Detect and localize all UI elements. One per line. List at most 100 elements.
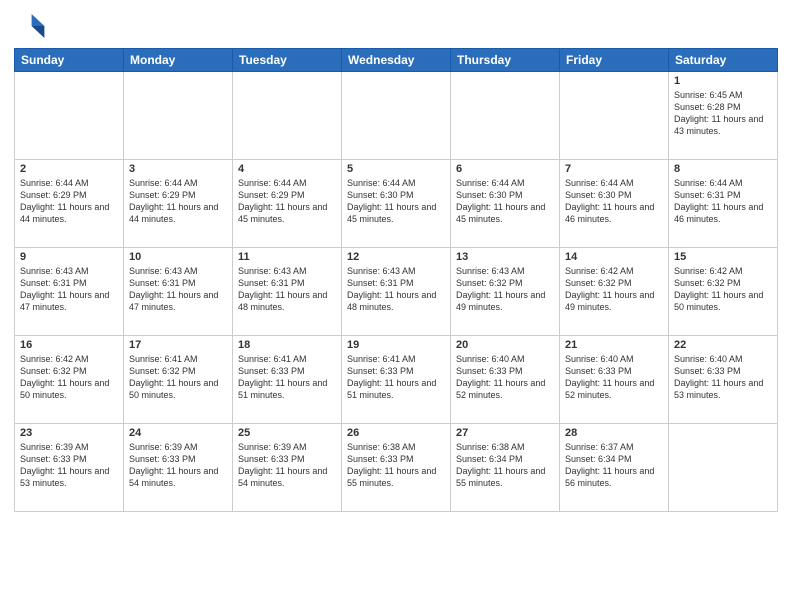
- calendar-cell: 16 Sunrise: 6:42 AM Sunset: 6:32 PM Dayli…: [15, 336, 124, 424]
- calendar-cell: 26 Sunrise: 6:38 AM Sunset: 6:33 PM Dayli…: [342, 424, 451, 512]
- day-info: Sunrise: 6:43 AM Sunset: 6:31 PM Dayligh…: [238, 265, 336, 314]
- calendar-cell: [451, 72, 560, 160]
- week-row-4: 16 Sunrise: 6:42 AM Sunset: 6:32 PM Dayli…: [15, 336, 778, 424]
- weekday-saturday: Saturday: [669, 49, 778, 72]
- day-number: 3: [129, 163, 227, 175]
- day-info: Sunrise: 6:41 AM Sunset: 6:33 PM Dayligh…: [347, 353, 445, 402]
- day-number: 16: [20, 339, 118, 351]
- day-info: Sunrise: 6:40 AM Sunset: 6:33 PM Dayligh…: [674, 353, 772, 402]
- calendar-cell: 22 Sunrise: 6:40 AM Sunset: 6:33 PM Dayli…: [669, 336, 778, 424]
- day-info: Sunrise: 6:44 AM Sunset: 6:30 PM Dayligh…: [456, 177, 554, 226]
- logo-icon: [14, 10, 46, 42]
- day-number: 21: [565, 339, 663, 351]
- calendar-cell: 13 Sunrise: 6:43 AM Sunset: 6:32 PM Dayli…: [451, 248, 560, 336]
- day-info: Sunrise: 6:39 AM Sunset: 6:33 PM Dayligh…: [129, 441, 227, 490]
- day-info: Sunrise: 6:45 AM Sunset: 6:28 PM Dayligh…: [674, 89, 772, 138]
- week-row-1: 1 Sunrise: 6:45 AM Sunset: 6:28 PM Daylig…: [15, 72, 778, 160]
- day-number: 22: [674, 339, 772, 351]
- day-info: Sunrise: 6:40 AM Sunset: 6:33 PM Dayligh…: [456, 353, 554, 402]
- logo: [14, 10, 52, 42]
- day-number: 18: [238, 339, 336, 351]
- day-number: 11: [238, 251, 336, 263]
- day-number: 7: [565, 163, 663, 175]
- day-number: 8: [674, 163, 772, 175]
- day-info: Sunrise: 6:42 AM Sunset: 6:32 PM Dayligh…: [20, 353, 118, 402]
- calendar-cell: 28 Sunrise: 6:37 AM Sunset: 6:34 PM Dayli…: [560, 424, 669, 512]
- day-info: Sunrise: 6:42 AM Sunset: 6:32 PM Dayligh…: [674, 265, 772, 314]
- day-number: 20: [456, 339, 554, 351]
- calendar-cell: [342, 72, 451, 160]
- day-number: 1: [674, 75, 772, 87]
- calendar-cell: 5Sunrise: 6:44 AM Sunset: 6:30 PM Daylig…: [342, 160, 451, 248]
- weekday-monday: Monday: [124, 49, 233, 72]
- weekday-thursday: Thursday: [451, 49, 560, 72]
- calendar-cell: 11 Sunrise: 6:43 AM Sunset: 6:31 PM Dayli…: [233, 248, 342, 336]
- day-info: Sunrise: 6:44 AM Sunset: 6:29 PM Dayligh…: [129, 177, 227, 226]
- calendar-cell: 9Sunrise: 6:43 AM Sunset: 6:31 PM Daylig…: [15, 248, 124, 336]
- day-info: Sunrise: 6:38 AM Sunset: 6:33 PM Dayligh…: [347, 441, 445, 490]
- calendar-cell: 24 Sunrise: 6:39 AM Sunset: 6:33 PM Dayli…: [124, 424, 233, 512]
- day-info: Sunrise: 6:44 AM Sunset: 6:29 PM Dayligh…: [238, 177, 336, 226]
- calendar-cell: 6 Sunrise: 6:44 AM Sunset: 6:30 PM Daylig…: [451, 160, 560, 248]
- calendar-cell: 15 Sunrise: 6:42 AM Sunset: 6:32 PM Dayli…: [669, 248, 778, 336]
- header: [14, 10, 778, 42]
- day-info: Sunrise: 6:44 AM Sunset: 6:31 PM Dayligh…: [674, 177, 772, 226]
- day-info: Sunrise: 6:41 AM Sunset: 6:33 PM Dayligh…: [238, 353, 336, 402]
- day-number: 17: [129, 339, 227, 351]
- calendar-cell: 1 Sunrise: 6:45 AM Sunset: 6:28 PM Daylig…: [669, 72, 778, 160]
- day-number: 6: [456, 163, 554, 175]
- day-number: 28: [565, 427, 663, 439]
- calendar-cell: 25Sunrise: 6:39 AM Sunset: 6:33 PM Dayli…: [233, 424, 342, 512]
- day-number: 15: [674, 251, 772, 263]
- day-number: 23: [20, 427, 118, 439]
- day-number: 10: [129, 251, 227, 263]
- day-info: Sunrise: 6:43 AM Sunset: 6:32 PM Dayligh…: [456, 265, 554, 314]
- weekday-wednesday: Wednesday: [342, 49, 451, 72]
- calendar-cell: 2 Sunrise: 6:44 AM Sunset: 6:29 PM Daylig…: [15, 160, 124, 248]
- day-info: Sunrise: 6:43 AM Sunset: 6:31 PM Dayligh…: [347, 265, 445, 314]
- calendar-cell: [233, 72, 342, 160]
- weekday-tuesday: Tuesday: [233, 49, 342, 72]
- day-number: 13: [456, 251, 554, 263]
- day-info: Sunrise: 6:44 AM Sunset: 6:29 PM Dayligh…: [20, 177, 118, 226]
- week-row-5: 23 Sunrise: 6:39 AM Sunset: 6:33 PM Dayli…: [15, 424, 778, 512]
- calendar-cell: [560, 72, 669, 160]
- day-info: Sunrise: 6:38 AM Sunset: 6:34 PM Dayligh…: [456, 441, 554, 490]
- calendar-cell: 19 Sunrise: 6:41 AM Sunset: 6:33 PM Dayli…: [342, 336, 451, 424]
- calendar-cell: [669, 424, 778, 512]
- day-number: 12: [347, 251, 445, 263]
- calendar-cell: 27Sunrise: 6:38 AM Sunset: 6:34 PM Dayli…: [451, 424, 560, 512]
- calendar-table: SundayMondayTuesdayWednesdayThursdayFrid…: [14, 48, 778, 512]
- day-number: 24: [129, 427, 227, 439]
- calendar-cell: 4 Sunrise: 6:44 AM Sunset: 6:29 PM Daylig…: [233, 160, 342, 248]
- calendar-cell: 17 Sunrise: 6:41 AM Sunset: 6:32 PM Dayli…: [124, 336, 233, 424]
- day-info: Sunrise: 6:39 AM Sunset: 6:33 PM Dayligh…: [20, 441, 118, 490]
- day-number: 2: [20, 163, 118, 175]
- calendar-cell: 21 Sunrise: 6:40 AM Sunset: 6:33 PM Dayli…: [560, 336, 669, 424]
- day-number: 4: [238, 163, 336, 175]
- calendar-cell: [15, 72, 124, 160]
- calendar-cell: 12 Sunrise: 6:43 AM Sunset: 6:31 PM Dayli…: [342, 248, 451, 336]
- calendar-cell: 8 Sunrise: 6:44 AM Sunset: 6:31 PM Daylig…: [669, 160, 778, 248]
- calendar-cell: [124, 72, 233, 160]
- day-number: 5: [347, 163, 445, 175]
- day-info: Sunrise: 6:44 AM Sunset: 6:30 PM Dayligh…: [565, 177, 663, 226]
- weekday-header-row: SundayMondayTuesdayWednesdayThursdayFrid…: [15, 49, 778, 72]
- day-info: Sunrise: 6:37 AM Sunset: 6:34 PM Dayligh…: [565, 441, 663, 490]
- week-row-2: 2 Sunrise: 6:44 AM Sunset: 6:29 PM Daylig…: [15, 160, 778, 248]
- week-row-3: 9 Sunrise: 6:43 AM Sunset: 6:31 PM Daylig…: [15, 248, 778, 336]
- day-number: 14: [565, 251, 663, 263]
- weekday-friday: Friday: [560, 49, 669, 72]
- day-number: 9: [20, 251, 118, 263]
- calendar-cell: 3 Sunrise: 6:44 AM Sunset: 6:29 PM Daylig…: [124, 160, 233, 248]
- weekday-sunday: Sunday: [15, 49, 124, 72]
- calendar-cell: 10Sunrise: 6:43 AM Sunset: 6:31 PM Dayli…: [124, 248, 233, 336]
- day-info: Sunrise: 6:40 AM Sunset: 6:33 PM Dayligh…: [565, 353, 663, 402]
- calendar-cell: 20 Sunrise: 6:40 AM Sunset: 6:33 PM Dayli…: [451, 336, 560, 424]
- day-info: Sunrise: 6:42 AM Sunset: 6:32 PM Dayligh…: [565, 265, 663, 314]
- calendar-cell: 14 Sunrise: 6:42 AM Sunset: 6:32 PM Dayli…: [560, 248, 669, 336]
- day-info: Sunrise: 6:41 AM Sunset: 6:32 PM Dayligh…: [129, 353, 227, 402]
- page: SundayMondayTuesdayWednesdayThursdayFrid…: [0, 0, 792, 612]
- day-number: 26: [347, 427, 445, 439]
- day-number: 19: [347, 339, 445, 351]
